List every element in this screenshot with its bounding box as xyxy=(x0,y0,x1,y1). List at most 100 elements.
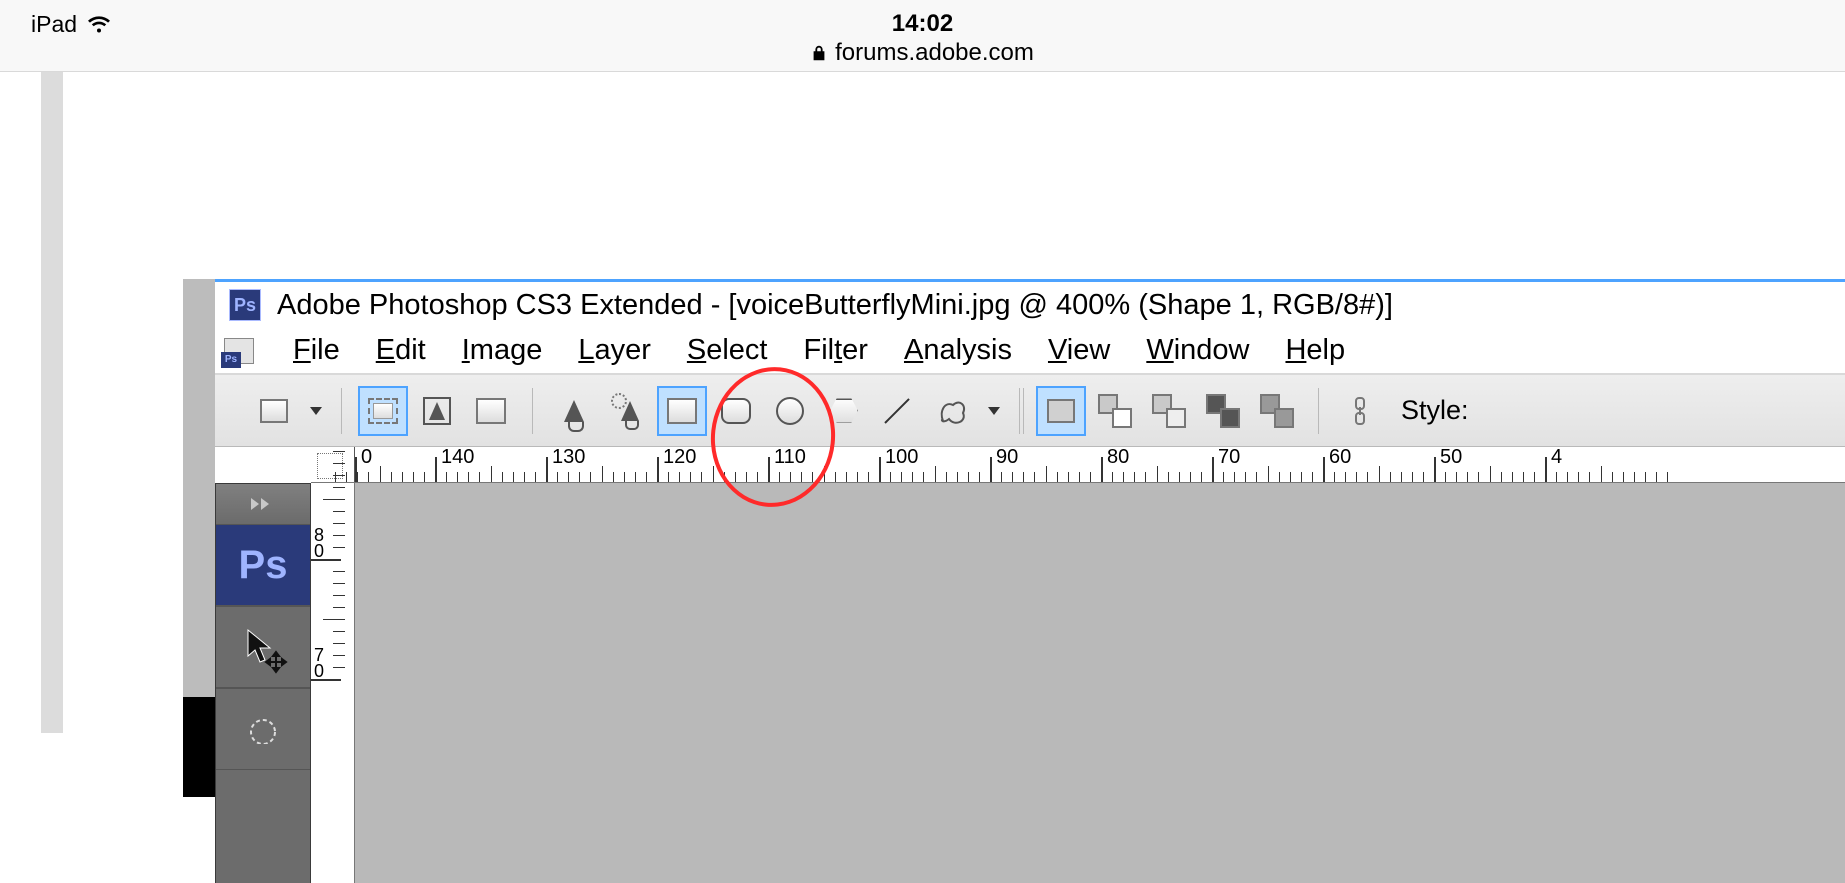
ps-doc-menu-icon[interactable]: Ps xyxy=(221,336,257,366)
ruler-minor-tick xyxy=(1245,472,1246,482)
ruler-tick-origin: 0 xyxy=(361,447,372,469)
ruler-tick-label: 100 xyxy=(885,447,918,469)
ruler-minor-tick xyxy=(668,472,669,482)
ruler-minor-tick xyxy=(1345,472,1346,482)
ruler-tick-label: 110 xyxy=(774,447,806,469)
ruler-minor-tick xyxy=(479,472,480,482)
ruler-minor-tick xyxy=(979,472,980,482)
region-subtract[interactable] xyxy=(1146,388,1192,434)
ruler-minor-tick xyxy=(724,472,725,482)
ps-horizontal-ruler[interactable]: 0 14013012011010090807060504 xyxy=(311,447,1845,483)
style-chain-icon[interactable] xyxy=(1337,388,1383,434)
shape-options-dropdown-icon[interactable] xyxy=(987,404,1001,418)
palette-expand-icon[interactable] xyxy=(216,484,310,524)
ruler-minor-tick xyxy=(380,466,381,482)
shape-tool-freeform-pen[interactable] xyxy=(605,388,651,434)
ruler-minor-tick xyxy=(557,472,558,482)
ruler-minor-tick xyxy=(1145,472,1146,482)
menu-help[interactable]: Help xyxy=(1285,334,1345,367)
shape-tool-rounded-rectangle[interactable] xyxy=(713,388,759,434)
ruler-minor-tick xyxy=(646,472,647,482)
menu-image[interactable]: Image xyxy=(462,334,543,367)
shape-tool-line[interactable] xyxy=(875,388,921,434)
region-exclude[interactable] xyxy=(1254,388,1300,434)
ps-logo-text: Ps xyxy=(239,543,288,588)
tool-preset-icon[interactable] xyxy=(251,388,297,434)
ruler-minor-tick xyxy=(524,472,525,482)
menu-edit[interactable]: Edit xyxy=(376,334,426,367)
ruler-minor-tick xyxy=(1556,472,1557,482)
ps-vertical-ruler[interactable]: 8070 xyxy=(311,483,355,883)
ruler-minor-tick xyxy=(1301,472,1302,482)
ruler-minor-tick xyxy=(1501,472,1502,482)
menu-select[interactable]: Select xyxy=(687,334,768,367)
ruler-minor-tick xyxy=(1201,472,1202,482)
screenshot-side-black xyxy=(183,697,215,797)
screenshot-side-gray xyxy=(183,279,215,697)
ruler-minor-tick xyxy=(835,472,836,482)
option-paths[interactable] xyxy=(414,388,460,434)
ps-title-bar: Ps Adobe Photoshop CS3 Extended - [voice… xyxy=(215,279,1845,328)
ruler-minor-tick xyxy=(1057,472,1058,482)
marquee-tool[interactable] xyxy=(216,688,310,770)
option-fill-pixels[interactable] xyxy=(468,388,514,434)
ruler-minor-tick xyxy=(1645,472,1646,482)
ruler-tick-label: 80 xyxy=(1107,447,1129,469)
menu-view[interactable]: View xyxy=(1048,334,1110,367)
ruler-minor-tick xyxy=(1023,472,1024,482)
ruler-minor-tick xyxy=(890,472,891,482)
shape-tool-custom[interactable] xyxy=(929,388,975,434)
shape-tool-rectangle[interactable] xyxy=(659,388,705,434)
ps-tools-palette[interactable]: Ps xyxy=(215,483,311,883)
ps-canvas[interactable] xyxy=(355,483,1845,883)
menu-filter[interactable]: Filter xyxy=(804,334,868,367)
ruler-minor-tick xyxy=(1268,466,1269,482)
address-bar[interactable]: forums.adobe.com xyxy=(0,39,1845,67)
page-body: Ps Adobe Photoshop CS3 Extended - [voice… xyxy=(0,72,1845,883)
ps-options-bar: Style: xyxy=(215,375,1845,447)
ruler-minor-tick xyxy=(491,466,492,482)
ruler-minor-tick xyxy=(1112,472,1113,482)
move-tool[interactable] xyxy=(216,606,310,688)
ruler-minor-tick xyxy=(513,472,514,482)
ruler-minor-tick xyxy=(1123,472,1124,482)
menu-layer[interactable]: Layer xyxy=(578,334,651,367)
ruler-minor-tick xyxy=(701,472,702,482)
ruler-minor-tick xyxy=(901,472,902,482)
vruler-minor-tick xyxy=(333,475,345,476)
menu-file[interactable]: File xyxy=(293,334,340,367)
ruler-tick-label: 120 xyxy=(663,447,696,469)
ruler-minor-tick xyxy=(446,472,447,482)
ruler-minor-tick xyxy=(1589,472,1590,482)
shape-tool-ellipse[interactable] xyxy=(767,388,813,434)
ruler-minor-tick xyxy=(1234,472,1235,482)
ruler-minor-tick xyxy=(1356,472,1357,482)
ruler-minor-tick xyxy=(1612,472,1613,482)
ruler-minor-tick xyxy=(868,472,869,482)
ruler-origin-icon[interactable] xyxy=(311,447,355,483)
ruler-minor-tick xyxy=(1034,472,1035,482)
shape-tool-pen[interactable] xyxy=(551,388,597,434)
ruler-minor-tick xyxy=(1423,472,1424,482)
ruler-minor-tick xyxy=(357,472,358,482)
ruler-minor-tick xyxy=(1279,472,1280,482)
menu-window[interactable]: Window xyxy=(1146,334,1249,367)
shape-tool-polygon[interactable] xyxy=(821,388,867,434)
ruler-minor-tick xyxy=(1168,472,1169,482)
region-intersect[interactable] xyxy=(1200,388,1246,434)
ruler-minor-tick xyxy=(812,472,813,482)
tool-preset-dropdown-icon[interactable] xyxy=(309,404,323,418)
menu-analysis[interactable]: Analysis xyxy=(904,334,1012,367)
separator-icon xyxy=(1318,388,1319,434)
ruler-minor-tick xyxy=(1367,472,1368,482)
ruler-minor-tick xyxy=(1623,472,1624,482)
ruler-minor-tick xyxy=(923,472,924,482)
vruler-minor-tick xyxy=(333,571,345,572)
region-create-new[interactable] xyxy=(1038,388,1084,434)
embedded-screenshot: Ps Adobe Photoshop CS3 Extended - [voice… xyxy=(183,279,1845,883)
lock-icon xyxy=(811,44,827,62)
option-shape-layers[interactable] xyxy=(360,388,406,434)
vruler-minor-tick xyxy=(333,595,345,596)
region-add[interactable] xyxy=(1092,388,1138,434)
ruler-minor-tick xyxy=(690,472,691,482)
